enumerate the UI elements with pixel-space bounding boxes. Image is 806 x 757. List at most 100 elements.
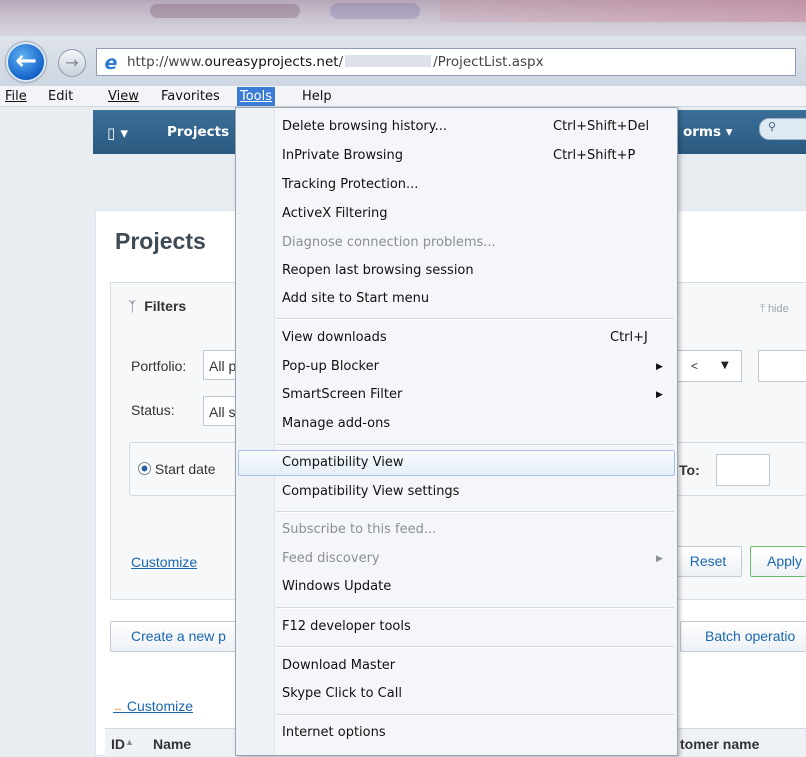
- filters-header[interactable]: ᛉ Filters: [128, 298, 186, 314]
- menu-item-label: Subscribe to this feed...: [282, 522, 437, 537]
- window-titlebar: [0, 0, 806, 36]
- nav-forms-label: orms: [683, 124, 722, 140]
- menu-bar: File Edit View Favorites Tools Help: [0, 86, 806, 107]
- menu-tools-label: Tools: [240, 89, 273, 104]
- back-button[interactable]: ←: [6, 42, 46, 82]
- menu-help-label: Help: [302, 89, 332, 104]
- menu-windows-update[interactable]: Windows Update: [238, 574, 675, 600]
- hide-filters-link[interactable]: ⤒ hide: [760, 303, 789, 316]
- menu-internet-options[interactable]: Internet options: [238, 720, 675, 746]
- list-customize-link[interactable]: ↔ Customize: [113, 698, 193, 714]
- ie-logo-icon: e: [104, 52, 118, 74]
- menu-item-shortcut: Ctrl+Shift+Del: [553, 119, 650, 134]
- menu-inprivate[interactable]: InPrivate Browsing Ctrl+Shift+P: [238, 143, 675, 169]
- menu-reopen-session[interactable]: Reopen last browsing session: [238, 258, 675, 284]
- url-text[interactable]: http://www.oureasyprojects.net/ /ProjectL…: [127, 54, 544, 70]
- radio-selected-icon: [138, 462, 151, 475]
- column-name[interactable]: Name: [153, 736, 191, 752]
- arrow-up-icon: ⤒: [760, 303, 765, 315]
- arrow-right-icon: →: [65, 53, 79, 72]
- menu-view-label: View: [108, 89, 139, 104]
- column-customer-name[interactable]: tomer name: [680, 736, 759, 752]
- filters-customize-link[interactable]: Customize: [131, 554, 197, 570]
- menu-item-label: Diagnose connection problems...: [282, 235, 496, 250]
- portfolio-label: Portfolio:: [131, 358, 187, 374]
- menu-item-shortcut: Ctrl+Shift+P: [553, 148, 636, 163]
- menu-feed-discovery: Feed discovery ▶: [238, 546, 675, 572]
- arrow-left-icon: ←: [15, 46, 37, 76]
- menu-delete-history[interactable]: Delete browsing history... Ctrl+Shift+Del: [238, 114, 675, 140]
- nav-forms[interactable]: orms ▾: [683, 124, 733, 140]
- menu-item-label: Manage add-ons: [282, 416, 391, 431]
- menu-tools[interactable]: Tools: [237, 87, 276, 106]
- menu-help[interactable]: Help: [299, 87, 335, 106]
- address-bar[interactable]: e http://www.oureasyprojects.net/ /Projec…: [96, 48, 796, 76]
- url-redaction: [345, 55, 432, 67]
- filters-title: Filters: [144, 298, 187, 314]
- submenu-arrow-icon: ▶: [656, 390, 663, 400]
- menu-favorites[interactable]: Favorites: [158, 87, 223, 106]
- menu-separator: [276, 646, 674, 648]
- filter-funnel-icon: ᛉ: [128, 298, 137, 314]
- menu-item-label: Internet options: [282, 725, 386, 740]
- title-blur: [440, 0, 806, 22]
- title-blur: [330, 3, 420, 19]
- menu-separator: [276, 511, 674, 513]
- compare-select[interactable]: < ▼: [676, 350, 742, 382]
- column-id[interactable]: ID▲: [111, 736, 134, 752]
- menu-add-to-start[interactable]: Add site to Start menu: [238, 286, 675, 312]
- portfolio-value: All p: [209, 358, 237, 374]
- menu-view[interactable]: View: [105, 87, 142, 106]
- title-blur: [150, 4, 300, 18]
- menu-download-master[interactable]: Download Master: [238, 653, 675, 679]
- url-mid: /: [338, 54, 344, 70]
- compare-value-input[interactable]: [758, 350, 806, 382]
- menu-f12-tools[interactable]: F12 developer tools: [238, 614, 675, 640]
- menu-skype-click-to-call[interactable]: Skype Click to Call: [238, 681, 675, 707]
- menu-view-downloads[interactable]: View downloads Ctrl+J: [238, 325, 675, 351]
- menu-item-label: Compatibility View settings: [282, 484, 460, 499]
- nav-projects[interactable]: Projects: [167, 124, 229, 140]
- menu-manage-addons[interactable]: Manage add-ons: [238, 411, 675, 437]
- compare-value: <: [691, 359, 699, 373]
- url-prefix: http://www.: [127, 54, 205, 70]
- start-date-radio[interactable]: Start date: [138, 461, 216, 477]
- menu-edit[interactable]: Edit: [45, 87, 76, 106]
- hide-label: hide: [767, 303, 789, 315]
- menu-item-label: F12 developer tools: [282, 619, 411, 634]
- to-date-input[interactable]: [716, 454, 770, 486]
- batch-operations-button[interactable]: Batch operatio: [680, 621, 806, 652]
- menu-separator: [276, 318, 674, 320]
- menu-item-label: Pop-up Blocker: [282, 359, 379, 374]
- menu-item-label: Skype Click to Call: [282, 686, 402, 701]
- nav-search-input[interactable]: ⚲: [759, 118, 806, 140]
- menu-file[interactable]: File: [2, 87, 30, 106]
- menu-tracking-protection[interactable]: Tracking Protection...: [238, 172, 675, 198]
- tools-dropdown-menu: Delete browsing history... Ctrl+Shift+Del…: [235, 107, 678, 756]
- submenu-arrow-icon: ▶: [656, 362, 663, 372]
- apply-button[interactable]: Apply: [750, 546, 806, 577]
- menu-compatibility-settings[interactable]: Compatibility View settings: [238, 479, 675, 505]
- menu-diagnose-connection: Diagnose connection problems...: [238, 230, 675, 256]
- menu-activex-filtering[interactable]: ActiveX Filtering: [238, 201, 675, 227]
- menu-item-label: Download Master: [282, 658, 396, 673]
- menu-item-label: Tracking Protection...: [282, 177, 419, 192]
- menu-subscribe-feed: Subscribe to this feed...: [238, 517, 675, 543]
- submenu-arrow-icon: ▶: [656, 554, 663, 564]
- menu-item-label: Delete browsing history...: [282, 119, 448, 134]
- url-suffix: /ProjectList.aspx: [433, 54, 544, 70]
- menu-item-label: Compatibility View: [282, 455, 404, 470]
- reset-button[interactable]: Reset: [674, 546, 742, 577]
- forward-button[interactable]: →: [58, 49, 86, 77]
- menu-popup-blocker[interactable]: Pop-up Blocker ▶: [238, 354, 675, 380]
- menu-item-label: Windows Update: [282, 579, 392, 594]
- status-value: All s: [209, 404, 236, 420]
- menu-item-label: Reopen last browsing session: [282, 263, 474, 278]
- menu-smartscreen[interactable]: SmartScreen Filter ▶: [238, 382, 675, 408]
- create-project-button[interactable]: Create a new p: [110, 621, 250, 652]
- menu-file-label: File: [5, 89, 27, 104]
- menu-compatibility-view[interactable]: Compatibility View: [238, 450, 675, 476]
- menu-item-shortcut: Ctrl+J: [610, 330, 648, 345]
- list-icon[interactable]: ▯ ▾: [107, 124, 128, 142]
- to-label: To:: [679, 462, 700, 478]
